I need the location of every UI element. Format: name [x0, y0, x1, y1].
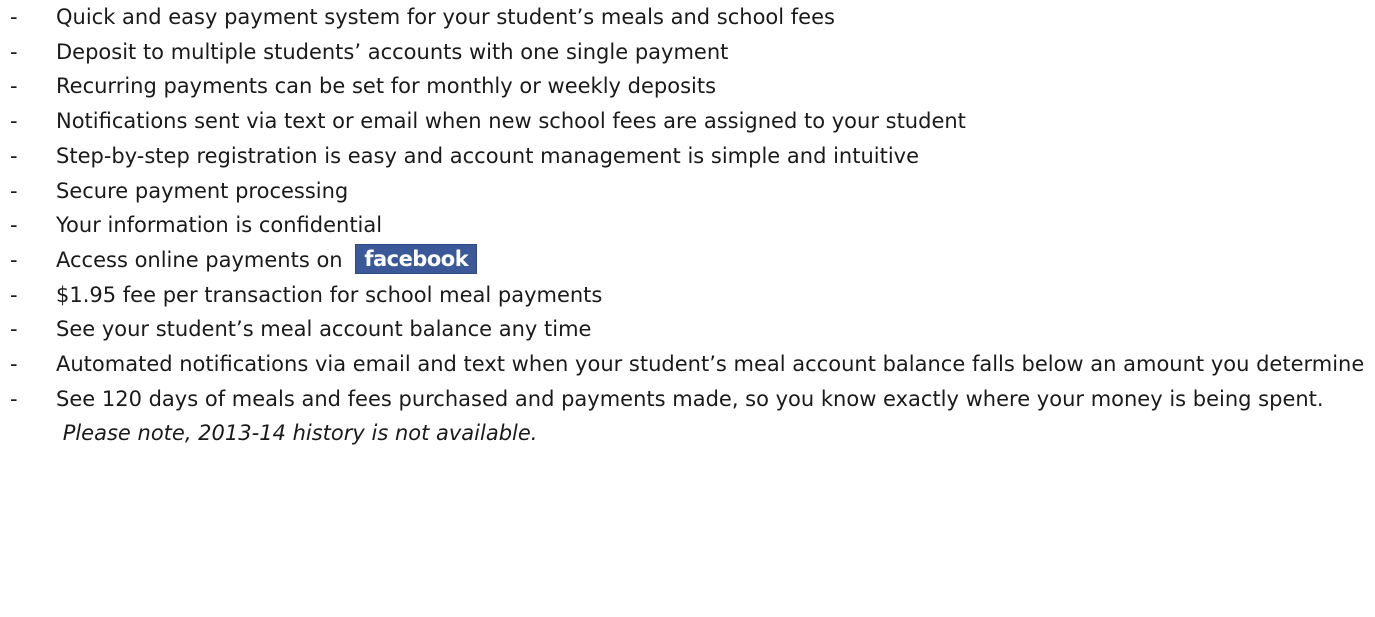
bullet-dash: -: [10, 282, 18, 307]
list-item-text: Notifications sent via text or email whe…: [56, 109, 966, 134]
list-item-text: Secure payment processing: [56, 178, 349, 203]
list-item-text: Quick and easy payment system for your s…: [56, 5, 835, 29]
bullet-dash: -: [10, 39, 18, 64]
bullet-dash: -: [10, 247, 18, 272]
list-item: - Quick and easy payment system for your…: [0, 0, 1375, 35]
list-item: - Deposit to multiple students’ accounts…: [0, 35, 1375, 70]
history-note: Please note, 2013-14 history is not avai…: [62, 421, 538, 446]
list-item: - Notifications sent via text or email w…: [0, 104, 1375, 139]
bullet-dash: -: [10, 5, 18, 29]
list-item: - Secure payment processing: [0, 174, 1375, 209]
bullet-dash: -: [10, 74, 18, 99]
list-item-facebook: - Access online payments on facebook: [0, 243, 1375, 278]
list-item-text-container: See 120 days of meals and fees purchased…: [56, 382, 1375, 451]
list-item-text: Deposit to multiple students’ accounts w…: [56, 39, 729, 64]
list-item-text: Step-by-step registration is easy and ac…: [56, 143, 920, 168]
document-page: - Quick and easy payment system for your…: [0, 0, 1375, 617]
list-item: - Recurring payments can be set for mont…: [0, 69, 1375, 104]
list-item: - $1.95 fee per transaction for school m…: [0, 278, 1375, 313]
list-item: - See 120 days of meals and fees purchas…: [0, 382, 1375, 451]
bullet-dash: -: [10, 317, 18, 342]
list-item: - See your student’s meal account balanc…: [0, 312, 1375, 347]
bullet-dash: -: [10, 178, 18, 203]
bullet-dash: -: [10, 386, 18, 411]
list-item: - Your information is confidential: [0, 208, 1375, 243]
list-item: - Automated notifications via email and …: [0, 347, 1375, 382]
list-item-text: Recurring payments can be set for monthl…: [56, 74, 717, 99]
bullet-dash: -: [10, 109, 18, 134]
bullet-dash: -: [10, 143, 18, 168]
list-item-text: Access online payments on: [56, 247, 343, 272]
list-item-text: Your information is confidential: [56, 213, 383, 238]
feature-list: - Quick and easy payment system for your…: [0, 0, 1375, 451]
list-item-text: See your student’s meal account balance …: [56, 317, 592, 342]
list-item-text: Automated notifications via email and te…: [56, 352, 1365, 377]
list-item-text: $1.95 fee per transaction for school mea…: [56, 282, 603, 307]
list-item: - Step-by-step registration is easy and …: [0, 139, 1375, 174]
list-item-text-container: Access online payments on facebook: [56, 243, 1375, 278]
list-item-text: See 120 days of meals and fees purchased…: [56, 386, 1324, 411]
facebook-logo-icon[interactable]: facebook: [355, 243, 478, 274]
bullet-dash: -: [10, 213, 18, 238]
bullet-dash: -: [10, 352, 18, 377]
